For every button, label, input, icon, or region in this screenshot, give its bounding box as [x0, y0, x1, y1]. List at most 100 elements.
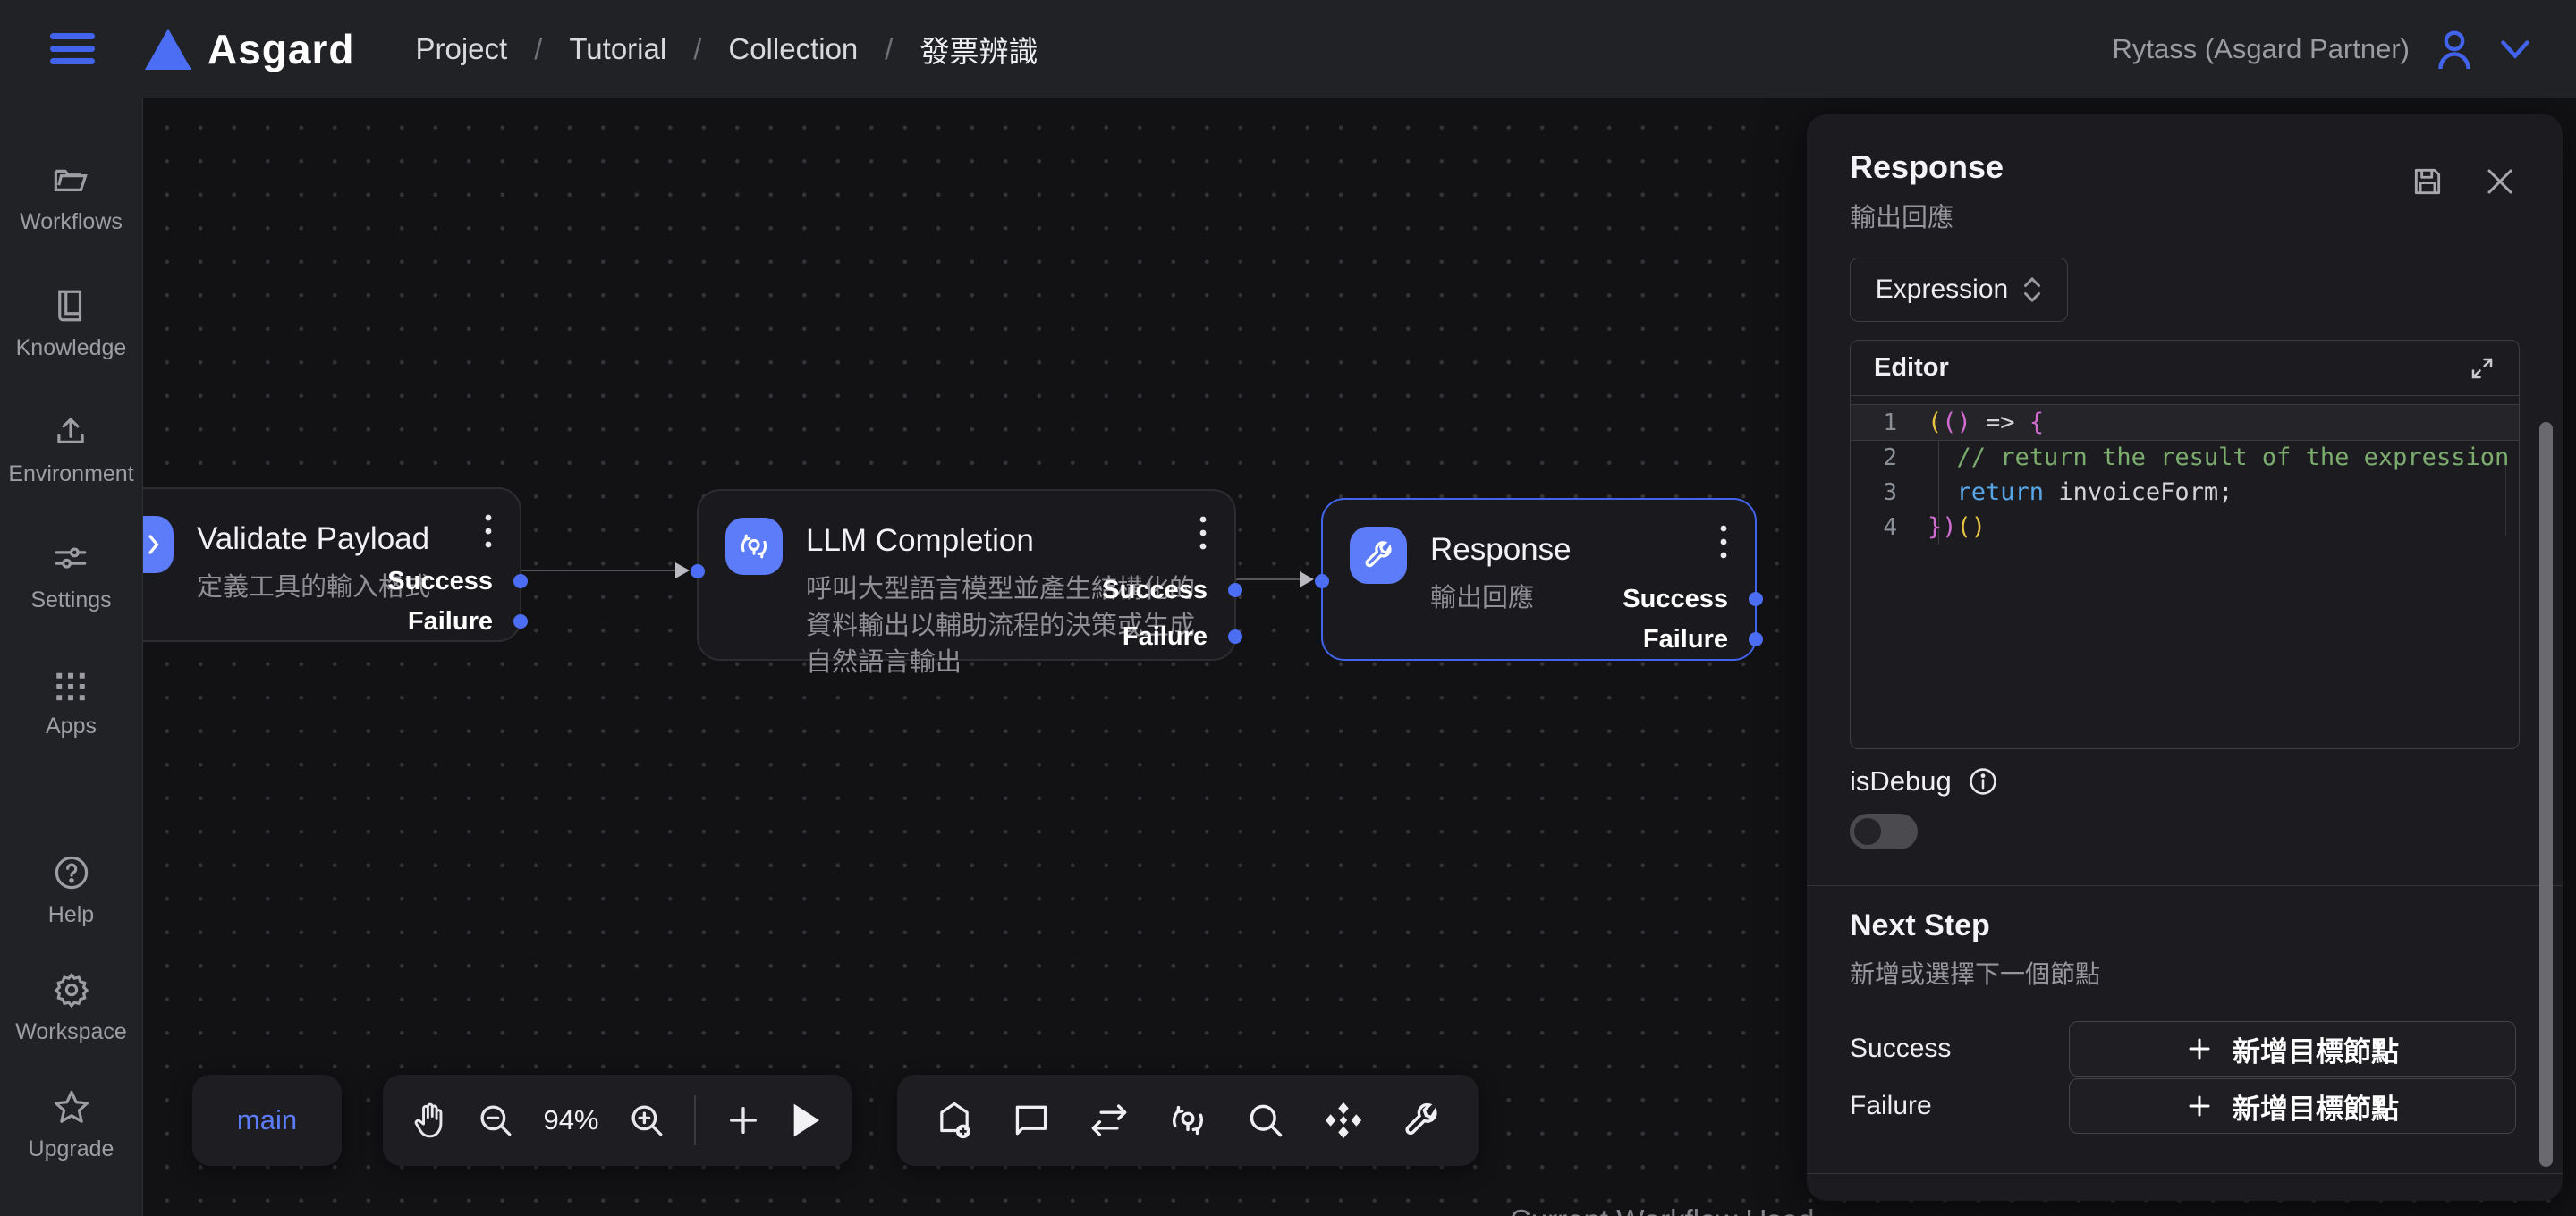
output-port-success[interactable]: [513, 574, 528, 588]
zoom-in-icon[interactable]: [628, 1102, 665, 1139]
node-title: LLM Completion: [806, 523, 1199, 559]
isdebug-toggle[interactable]: [1850, 814, 1918, 849]
sidebar: Workflows Knowledge Environment Settings…: [0, 98, 143, 1216]
zoom-level: 94%: [543, 1104, 598, 1136]
add-node-shape-icon[interactable]: [935, 1100, 974, 1141]
expression-editor[interactable]: Editor 1 (() => { 2 // return the result…: [1850, 340, 2520, 749]
apps-grid-icon: [52, 665, 89, 703]
output-port-success[interactable]: [1749, 592, 1763, 606]
code-line: 3 return invoiceForm;: [1851, 475, 2519, 510]
output-row-success: Success: [143, 562, 520, 601]
app-logo[interactable]: Asgard: [145, 25, 354, 73]
canvas-zoom-toolbar: 94%: [383, 1075, 852, 1166]
breadcrumb-current: 發票辨識: [919, 28, 1038, 71]
plus-icon: [2186, 1035, 2213, 1062]
zoom-out-icon[interactable]: [477, 1102, 514, 1139]
node-menu-icon[interactable]: [484, 512, 493, 550]
sidebar-item-help[interactable]: Help: [15, 854, 127, 928]
breadcrumb-project[interactable]: Project: [415, 32, 507, 66]
code-line: 2 // return the result of the expression: [1851, 440, 2519, 475]
add-node-plus-icon[interactable]: [725, 1102, 761, 1138]
node-menu-icon[interactable]: [1199, 514, 1208, 552]
pan-hand-icon[interactable]: [411, 1102, 447, 1139]
output-row-success: Success: [699, 570, 1234, 610]
plus-icon: [2186, 1093, 2213, 1119]
llm-bulb-toolbar-icon[interactable]: [1167, 1100, 1208, 1141]
output-row-failure: Failure: [143, 602, 520, 641]
close-icon[interactable]: [2484, 165, 2516, 198]
editor-label: Editor: [1874, 353, 1949, 383]
save-icon[interactable]: [2411, 165, 2445, 198]
code-line: 1 (() => {: [1851, 405, 2519, 440]
book-icon: [52, 287, 89, 325]
next-step-title: Next Step: [1850, 908, 1990, 943]
account-name: Rytass (Asgard Partner): [2113, 33, 2411, 65]
response-type-select[interactable]: Expression: [1850, 258, 2068, 322]
app-title: Asgard: [208, 25, 354, 73]
comment-icon[interactable]: [1012, 1101, 1051, 1140]
breadcrumb: Project / Tutorial / Collection / 發票辨識: [415, 28, 1038, 71]
branch-selector-button[interactable]: main: [192, 1075, 342, 1166]
edge-validate-to-llm[interactable]: [521, 570, 688, 571]
select-chevrons-icon: [2022, 276, 2042, 303]
add-target-node-button-success[interactable]: 新增目標節點: [2069, 1021, 2516, 1077]
sidebar-item-workspace[interactable]: Workspace: [15, 971, 127, 1045]
footer-divider: [1807, 1173, 2563, 1174]
llm-bulb-icon: [725, 518, 783, 575]
node-menu-icon[interactable]: [1719, 523, 1728, 561]
sidebar-item-upgrade[interactable]: Upgrade: [15, 1088, 127, 1162]
account-chevron-down-icon[interactable]: [2499, 38, 2531, 60]
menu-icon[interactable]: [50, 31, 95, 67]
breadcrumb-separator: /: [885, 32, 893, 66]
output-port-success[interactable]: [1228, 583, 1242, 597]
panel-scrollbar[interactable]: [2539, 422, 2553, 1167]
folder-icon: [52, 161, 89, 198]
auto-layout-icon[interactable]: [1323, 1100, 1364, 1141]
output-port-failure[interactable]: [513, 614, 528, 629]
add-target-node-button-failure[interactable]: 新增目標節點: [2069, 1078, 2516, 1134]
breadcrumb-collection[interactable]: Collection: [728, 32, 858, 66]
help-circle-icon: [53, 854, 90, 891]
topbar: Asgard Project / Tutorial / Collection /…: [0, 0, 2576, 98]
breadcrumb-tutorial[interactable]: Tutorial: [569, 32, 666, 66]
swap-arrows-icon[interactable]: [1089, 1102, 1130, 1138]
wrench-toolbar-icon[interactable]: [1402, 1101, 1441, 1140]
wrench-icon: [1350, 527, 1407, 584]
toolbar-divider: [694, 1095, 696, 1145]
canvas-actions-toolbar: [897, 1075, 1479, 1166]
node-llm-completion[interactable]: LLM Completion 呼叫大型語言模型並產生結構化的資料輸出以輔助流程的…: [697, 489, 1236, 661]
sidebar-item-apps[interactable]: Apps: [8, 665, 133, 739]
output-row-failure: Failure: [1323, 620, 1755, 659]
sidebar-item-environment[interactable]: Environment: [8, 413, 133, 487]
output-port-failure[interactable]: [1228, 629, 1242, 644]
gear-icon: [53, 971, 90, 1009]
workflow-status-text: Current Workflow Used: [1510, 1203, 1815, 1216]
node-response[interactable]: Response 輸出回應 Success Failure: [1321, 498, 1757, 661]
panel-title: Response: [1850, 148, 2004, 186]
logo-triangle-icon: [145, 29, 191, 70]
node-title: Response: [1430, 532, 1572, 568]
info-icon[interactable]: [1968, 766, 1998, 797]
sliders-icon: [52, 539, 89, 577]
expand-icon[interactable]: [2469, 355, 2496, 382]
node-validate-payload[interactable]: Validate Payload 定義工具的輸入格式 Success Failu…: [143, 487, 521, 642]
code-area[interactable]: 1 (() => { 2 // return the result of the…: [1851, 396, 2519, 545]
node-config-panel: Response 輸出回應 Expression Editor 1 (() =>…: [1807, 114, 2563, 1201]
sidebar-item-settings[interactable]: Settings: [8, 539, 133, 613]
edge-llm-to-response[interactable]: [1236, 578, 1312, 580]
next-step-row-failure: Failure 新增目標節點: [1850, 1078, 2516, 1134]
user-icon[interactable]: [2435, 28, 2474, 71]
upload-icon: [52, 413, 89, 451]
next-step-subtitle: 新增或選擇下一個節點: [1850, 955, 2100, 991]
node-title: Validate Payload: [197, 521, 430, 557]
sidebar-item-workflows[interactable]: Workflows: [8, 161, 133, 235]
code-line: 4 })(): [1851, 510, 2519, 545]
isdebug-label: isDebug: [1850, 765, 1952, 798]
output-port-failure[interactable]: [1749, 632, 1763, 646]
search-icon[interactable]: [1246, 1101, 1285, 1140]
next-step-row-success: Success 新增目標節點: [1850, 1021, 2516, 1077]
sidebar-item-knowledge[interactable]: Knowledge: [8, 287, 133, 361]
section-divider: [1807, 885, 2563, 886]
output-row-failure: Failure: [699, 617, 1234, 656]
run-workflow-play-icon[interactable]: [790, 1102, 822, 1138]
